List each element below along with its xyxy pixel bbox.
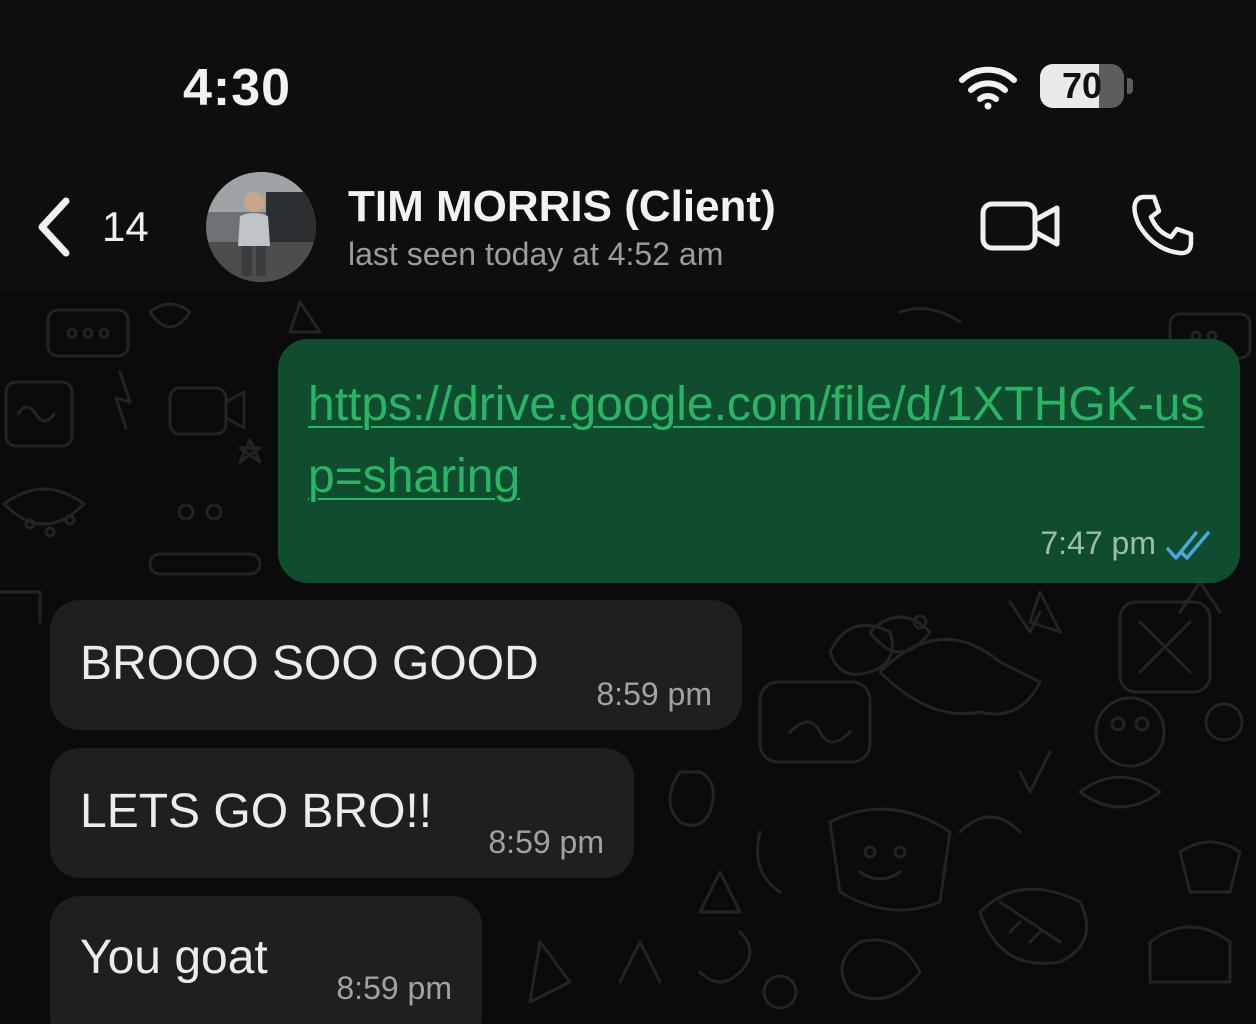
avatar[interactable]: [206, 172, 316, 282]
message-text: BROOO SOO GOOD: [80, 637, 539, 690]
message-list[interactable]: https://drive.google.com/file/d/1XTHGK-u…: [0, 292, 1256, 1024]
message-time: 7:47 pm: [1040, 525, 1156, 561]
avatar-photo: [206, 172, 316, 282]
battery-level: 70: [1061, 65, 1103, 106]
message-link[interactable]: https://drive.google.com/file/d/1XTHGK-u…: [308, 369, 1218, 513]
chat-header: 14 TIM MORRIS (Client) last seen today a…: [0, 150, 1256, 292]
chat-screen: 4:30 70 14 TIM MORRIS (Client) last seen…: [0, 0, 1256, 1024]
wifi-icon: [959, 66, 1017, 110]
chevron-left-icon: [38, 197, 70, 257]
phone-icon[interactable]: [1130, 192, 1196, 258]
message-time: 8:59 pm: [596, 676, 712, 712]
message-outgoing[interactable]: https://drive.google.com/file/d/1XTHGK-u…: [278, 339, 1240, 583]
double-check-icon: [1166, 531, 1210, 560]
back-button[interactable]: 14: [34, 192, 149, 262]
contact-name[interactable]: TIM MORRIS (Client): [348, 182, 776, 232]
message-time: 8:59 pm: [488, 824, 604, 860]
battery-cap: [1127, 78, 1133, 94]
video-call-icon[interactable]: [980, 198, 1062, 254]
unread-count: 14: [102, 203, 149, 250]
message-incoming[interactable]: You goat 8:59 pm: [50, 896, 482, 1024]
message-text: You goat: [80, 931, 268, 984]
message-incoming[interactable]: BROOO SOO GOOD 8:59 pm: [50, 600, 742, 730]
message-incoming[interactable]: LETS GO BRO!! 8:59 pm: [50, 748, 634, 878]
status-time: 4:30: [183, 59, 292, 117]
last-seen-status: last seen today at 4:52 am: [348, 236, 724, 272]
message-time: 8:59 pm: [336, 970, 452, 1006]
message-text: LETS GO BRO!!: [80, 785, 433, 838]
status-bar: 4:30 70: [0, 0, 1256, 150]
battery-icon: 70: [1040, 64, 1124, 108]
